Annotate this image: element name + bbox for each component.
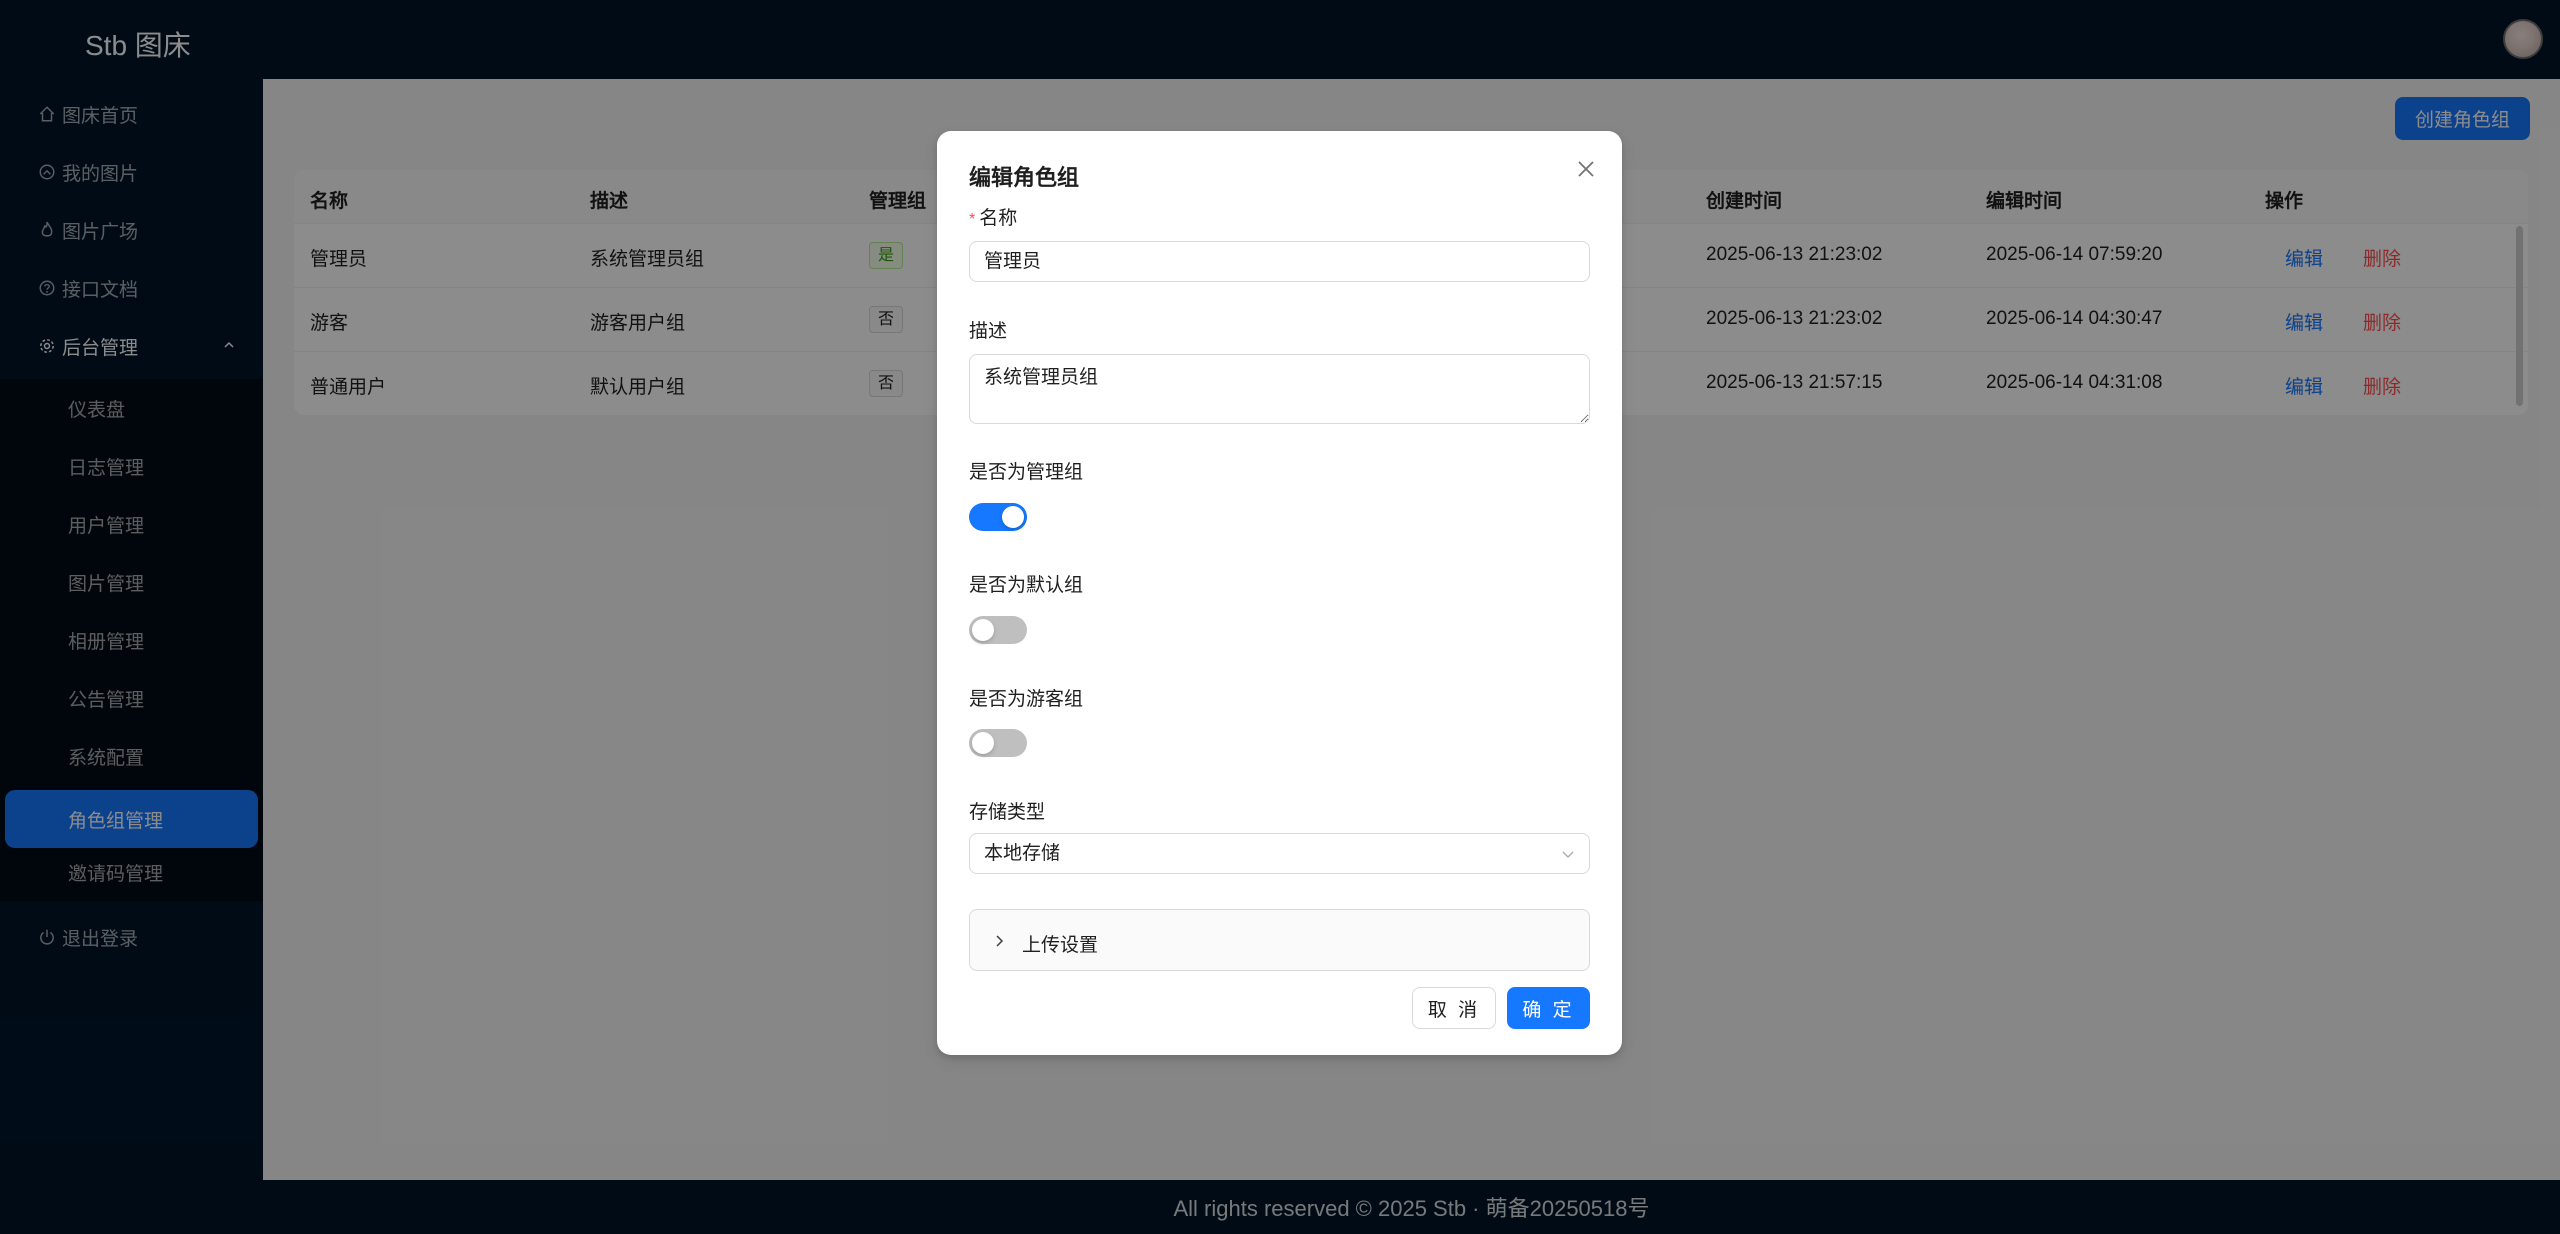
desc-field[interactable]: 系统管理员组 xyxy=(969,354,1590,424)
toggle-knob xyxy=(972,732,994,754)
name-field[interactable]: 管理员 xyxy=(969,241,1590,282)
upload-settings-title: 上传设置 xyxy=(1022,935,1099,956)
edit-role-group-modal: 编辑角色组 * 名称 管理员 描述 系统管理员组 是否为管理组 是否为默认组 是否… xyxy=(937,131,1622,1055)
storage-select[interactable]: 本地存储 xyxy=(969,833,1590,874)
name-label: * 名称 xyxy=(969,208,1018,229)
storage-select-value: 本地存储 xyxy=(984,843,1061,864)
upload-settings-panel[interactable]: 上传设置 xyxy=(969,909,1590,971)
ok-button[interactable]: 确 定 xyxy=(1507,987,1590,1029)
close-icon xyxy=(1578,161,1594,177)
storage-label: 存储类型 xyxy=(969,802,1046,823)
desc-label: 描述 xyxy=(969,321,1008,342)
required-mark: * xyxy=(969,211,976,228)
modal-title: 编辑角色组 xyxy=(969,165,1080,190)
toggle-knob xyxy=(972,619,994,641)
is-admin-toggle[interactable] xyxy=(969,503,1027,531)
cancel-button[interactable]: 取 消 xyxy=(1412,987,1496,1029)
chevron-down-icon xyxy=(1562,851,1574,858)
chevron-right-icon xyxy=(996,935,1004,947)
is-default-toggle[interactable] xyxy=(969,616,1027,644)
is-default-label: 是否为默认组 xyxy=(969,575,1084,596)
close-button[interactable] xyxy=(1571,154,1601,184)
is-guest-toggle[interactable] xyxy=(969,729,1027,757)
is-guest-label: 是否为游客组 xyxy=(969,689,1084,710)
toggle-knob xyxy=(1002,506,1024,528)
is-admin-label: 是否为管理组 xyxy=(969,462,1084,483)
